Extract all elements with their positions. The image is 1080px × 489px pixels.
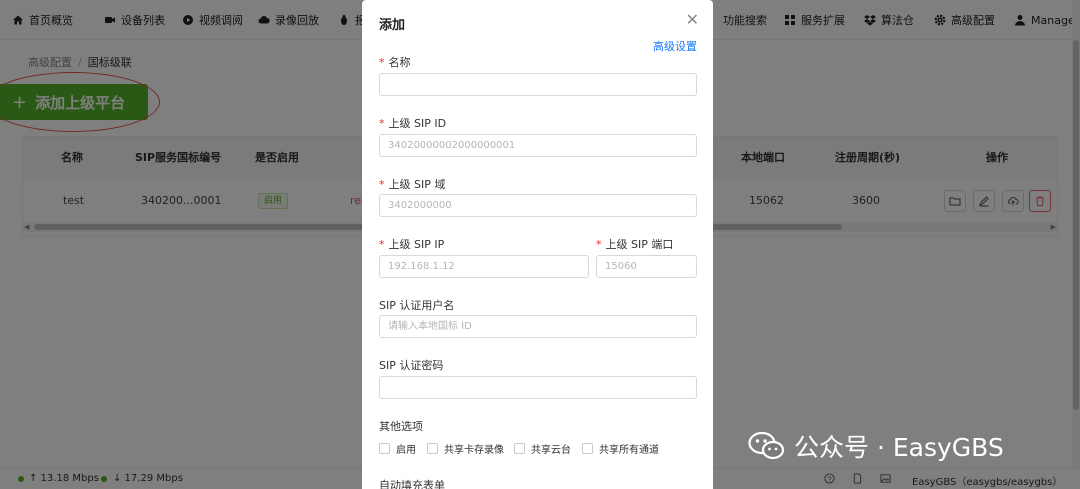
checkbox-label: 启用 — [396, 445, 416, 456]
required-mark: * — [379, 56, 385, 69]
checkbox-share-ptz[interactable]: 共享云台 — [514, 441, 571, 456]
advanced-settings-link[interactable]: 高级设置 — [653, 38, 697, 54]
checkbox-share-all-channels[interactable]: 共享所有通道 — [582, 441, 659, 456]
auth-user-label: SIP 认证用户名 — [379, 299, 455, 312]
close-icon[interactable]: ✕ — [686, 10, 699, 29]
name-input[interactable] — [379, 73, 697, 96]
watermark-text: 公众号 · EasyGBS — [794, 433, 1004, 462]
sip-ip-label: * 上级 SIP IP — [379, 236, 444, 252]
sip-port-label: * 上级 SIP 端口 — [596, 236, 673, 252]
autofill-label: 自动填充表单 — [379, 479, 445, 489]
sip-id-label: * 上级 SIP ID — [379, 115, 446, 131]
dialog-title: 添加 — [379, 18, 406, 33]
auth-password-label: SIP 认证密码 — [379, 359, 444, 372]
sip-port-input[interactable]: 15060 — [596, 255, 697, 278]
required-mark: * — [379, 238, 385, 251]
name-label-text: 名称 — [388, 56, 411, 69]
checkbox-box[interactable] — [582, 443, 593, 454]
checkbox-share-record[interactable]: 共享卡存录像 — [427, 441, 504, 456]
required-mark: * — [379, 178, 385, 191]
required-mark: * — [379, 117, 385, 130]
other-options-label: 其他选项 — [379, 420, 423, 433]
checkbox-label: 共享云台 — [531, 445, 571, 456]
checkbox-box[interactable] — [427, 443, 438, 454]
auth-user-input[interactable]: 请输入本地国标 ID — [379, 315, 697, 338]
checkbox-label: 共享卡存录像 — [444, 445, 504, 456]
name-label: * 名称 — [379, 54, 411, 70]
checkbox-enable[interactable]: 启用 — [379, 441, 416, 456]
sip-domain-input[interactable]: 3402000000 — [379, 194, 697, 217]
sip-id-label-text: 上级 SIP ID — [388, 117, 447, 130]
required-mark: * — [596, 238, 602, 251]
checkbox-label: 共享所有通道 — [599, 445, 659, 456]
wechat-icon — [748, 431, 785, 460]
sip-ip-input[interactable]: 192.168.1.12 — [379, 255, 589, 278]
watermark: 公众号 · EasyGBS — [748, 428, 1004, 464]
sip-domain-label: * 上级 SIP 域 — [379, 176, 445, 192]
sip-id-input[interactable]: 34020000002000000001 — [379, 134, 697, 157]
add-dialog: 添加 ✕ 高级设置 * 名称 * 上级 SIP ID 340200000020000… — [362, 0, 713, 489]
sip-domain-label-text: 上级 SIP 域 — [388, 178, 446, 191]
checkbox-box[interactable] — [379, 443, 390, 454]
sip-ip-label-text: 上级 SIP IP — [388, 238, 445, 251]
checkbox-box[interactable] — [514, 443, 525, 454]
auth-password-input[interactable] — [379, 376, 697, 399]
sip-port-label-text: 上级 SIP 端口 — [605, 238, 674, 251]
